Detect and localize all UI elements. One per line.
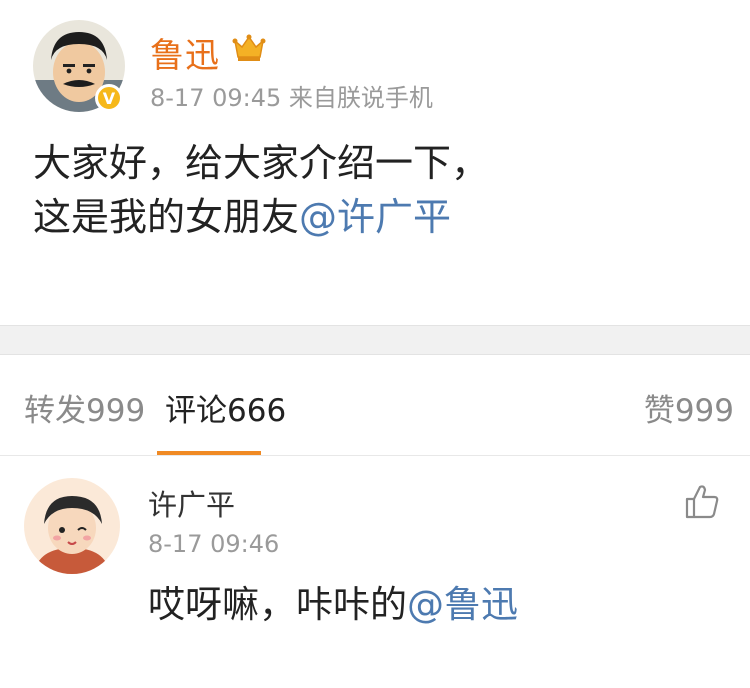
interaction-tabbar: 转发999 评论666 赞999 <box>0 355 750 455</box>
tab-comment[interactable]: 评论666 <box>165 385 286 430</box>
comment-item: 许广平 8-17 09:46 哎呀嘛，咔咔的@鲁迅 <box>0 456 750 688</box>
post-body-line-1: 大家好，给大家介绍一下， <box>33 141 490 185</box>
commenter-avatar[interactable] <box>24 478 120 574</box>
mention-link[interactable]: @鲁迅 <box>407 583 518 626</box>
weibo-post: V 鲁迅 8-17 09:45 来自朕说手机 大家好，给大家介绍一下， 这是我的… <box>0 0 750 325</box>
post-meta: 8-17 09:45 来自朕说手机 <box>150 84 433 112</box>
thumbs-up-icon[interactable] <box>682 482 722 526</box>
post-body: 大家好，给大家介绍一下， 这是我的女朋友@许广平 <box>33 136 489 244</box>
tab-like[interactable]: 赞999 <box>644 385 734 430</box>
comment-text: 哎呀嘛，咔咔的 <box>148 583 407 626</box>
tab-repost[interactable]: 转发999 <box>24 385 145 430</box>
crown-vip-icon <box>232 33 266 67</box>
verified-check-icon: V <box>95 84 123 112</box>
comment-time: 8-17 09:46 <box>148 530 280 558</box>
section-gap <box>0 325 750 355</box>
post-body-line-2: 这是我的女朋友@许广平 <box>33 190 489 244</box>
author-name[interactable]: 鲁迅 <box>150 28 220 77</box>
post-body-text: 这是我的女朋友 <box>33 195 300 239</box>
commenter-name[interactable]: 许广平 <box>148 482 235 524</box>
mention-link[interactable]: @许广平 <box>299 195 451 239</box>
comment-body: 哎呀嘛，咔咔的@鲁迅 <box>148 574 518 628</box>
